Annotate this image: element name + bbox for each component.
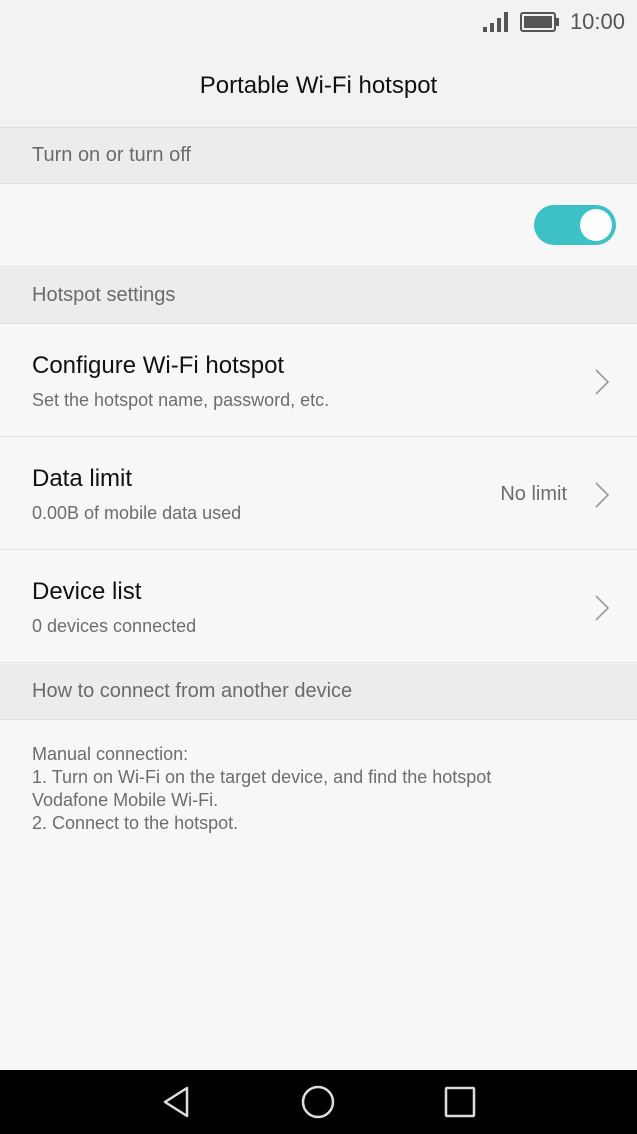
connection-instructions: Manual connection: 1. Turn on Wi-Fi on t… — [32, 743, 592, 835]
row-title: Data limit — [32, 465, 133, 492]
instruction-line: 1. Turn on Wi-Fi on the target device, a… — [32, 767, 492, 787]
data-limit-value: No limit — [500, 483, 567, 505]
hotspot-switch[interactable] — [534, 205, 616, 245]
page-title: Portable Wi-Fi hotspot — [199, 71, 438, 99]
status-time: 10:00 — [569, 9, 625, 34]
recents-icon[interactable] — [442, 1084, 478, 1120]
chevron-right-icon — [595, 482, 610, 508]
hotspot-toggle-row — [0, 184, 637, 267]
home-icon[interactable] — [300, 1084, 336, 1120]
instruction-line: Vodafone Mobile Wi-Fi. — [32, 790, 219, 810]
battery-icon — [519, 12, 559, 32]
configure-hotspot-row[interactable]: Configure Wi-Fi hotspot Set the hotspot … — [0, 324, 637, 437]
signal-icon — [482, 12, 508, 32]
row-title: Configure Wi-Fi hotspot — [32, 352, 285, 379]
section-header-connect: How to connect from another device — [0, 664, 637, 720]
data-limit-row[interactable]: Data limit 0.00B of mobile data used No … — [0, 437, 637, 550]
switch-knob — [580, 209, 612, 241]
section-header-hotspot-settings: Hotspot settings — [0, 268, 637, 324]
row-subtitle: Set the hotspot name, password, etc. — [32, 390, 330, 410]
title-bar: Portable Wi-Fi hotspot — [0, 44, 637, 128]
status-bar: 10:00 — [0, 0, 637, 44]
section-header-toggle: Turn on or turn off — [0, 128, 637, 184]
status-icons: 10:00 — [482, 9, 625, 34]
instruction-line: 2. Connect to the hotspot. — [32, 813, 239, 833]
instruction-line: Manual connection: — [32, 744, 189, 764]
row-subtitle: 0.00B of mobile data used — [32, 503, 242, 523]
chevron-right-icon — [595, 369, 610, 395]
row-subtitle: 0 devices connected — [32, 616, 197, 636]
device-list-row[interactable]: Device list 0 devices connected — [0, 550, 637, 663]
row-title: Device list — [32, 578, 142, 605]
navigation-bar — [0, 1070, 637, 1134]
chevron-right-icon — [595, 595, 610, 621]
back-icon[interactable] — [159, 1084, 195, 1120]
